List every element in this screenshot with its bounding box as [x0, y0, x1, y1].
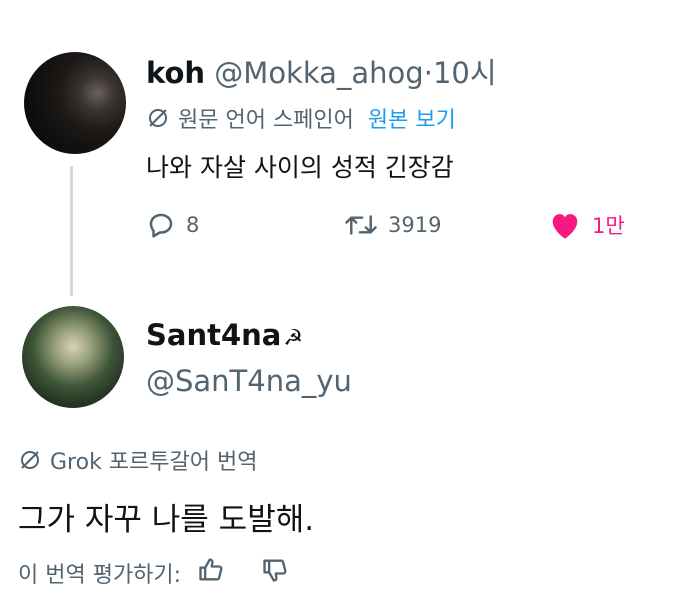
heart-icon	[552, 214, 578, 239]
like-count: 1만	[592, 214, 625, 238]
display-name[interactable]: koh	[146, 56, 205, 90]
view-original-link[interactable]: 원본 보기	[368, 102, 456, 134]
retweet-count: 3919	[388, 213, 442, 237]
reply-icon	[149, 213, 173, 238]
handle[interactable]: @Mokka_ahog	[214, 56, 423, 90]
retweet-button[interactable]: 3919	[344, 210, 441, 240]
thumbs-down-icon	[263, 559, 287, 582]
name-emoji: ☭	[283, 326, 304, 351]
reply-count: 8	[186, 213, 200, 237]
translation-label: Grok 포르투갈어 번역	[50, 450, 258, 475]
display-name[interactable]: Sant4na	[146, 318, 281, 352]
like-button[interactable]: 1만	[548, 210, 625, 240]
tweet-header: koh @Mokka_ahog·10시	[146, 50, 497, 92]
reply-button[interactable]: 8	[146, 210, 199, 240]
translation-note: Grok 포르투갈어 번역	[18, 444, 257, 476]
separator: ·	[423, 56, 433, 90]
thread-line	[70, 166, 73, 296]
timestamp[interactable]: 10시	[433, 56, 497, 90]
avatar[interactable]	[24, 52, 126, 154]
translation-note: 원문 언어 스페인어 원본 보기	[146, 102, 456, 134]
tweet-text: 나와 자살 사이의 성적 긴장감	[146, 153, 454, 182]
tweet-text: 그가 자꾸 나를 도발해.	[18, 502, 315, 538]
tweet-header: Sant4na☭	[146, 318, 303, 352]
rate-prompt: 이 번역 평가하기:	[18, 563, 182, 588]
thumbs-down-button[interactable]	[261, 556, 289, 590]
translate-icon	[149, 109, 167, 127]
thumbs-up-button[interactable]	[197, 556, 225, 590]
translation-label: 원문 언어 스페인어	[178, 108, 354, 133]
retweet-icon	[345, 215, 377, 235]
handle[interactable]: @SanT4na_yu	[146, 364, 352, 398]
translation-rating: 이 번역 평가하기:	[18, 556, 289, 590]
translate-icon	[21, 451, 39, 469]
avatar[interactable]	[22, 306, 124, 408]
thumbs-up-icon	[199, 558, 223, 581]
